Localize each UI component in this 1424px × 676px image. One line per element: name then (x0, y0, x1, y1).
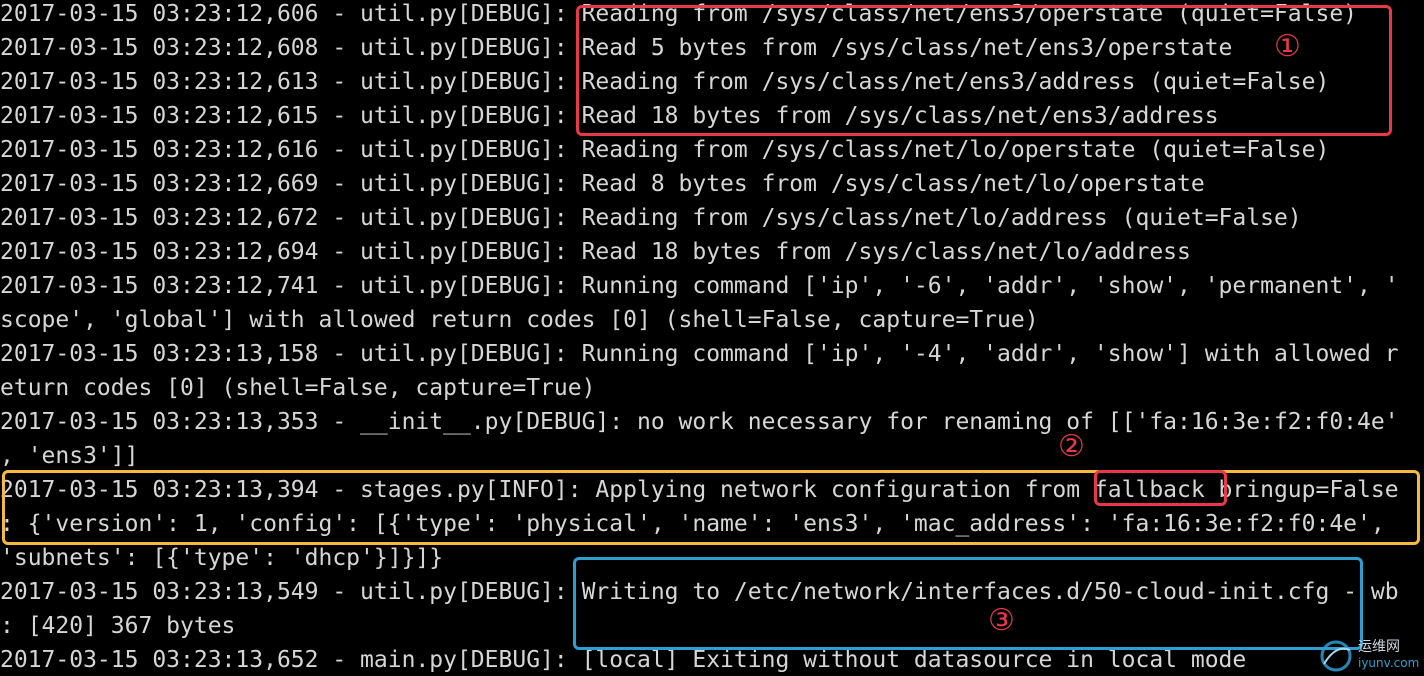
log-line: 2017-03-15 03:23:12,741 - util.py[DEBUG]… (0, 273, 1399, 299)
terminal-window[interactable]: 2017-03-15 03:23:12,606 - util.py[DEBUG]… (0, 0, 1424, 676)
log-line: 2017-03-15 03:23:13,353 - __init__.py[DE… (0, 409, 1399, 435)
watermark: 运维网 iyunv.com (1318, 636, 1422, 674)
log-line-wrapped: eturn codes [0] (shell=False, capture=Tr… (0, 375, 596, 401)
annotation-marker-3: ③ (988, 603, 1015, 638)
highlight-box-cloud-init-cfg (573, 557, 1363, 650)
annotation-marker-1: ① (1274, 29, 1301, 64)
log-line: 2017-03-15 03:23:12,694 - util.py[DEBUG]… (0, 239, 1191, 265)
highlight-box-ens3-reads (576, 5, 1392, 136)
highlight-box-fallback (1094, 470, 1227, 506)
watermark-logo-icon (1320, 640, 1352, 672)
log-line: 2017-03-15 03:23:12,672 - util.py[DEBUG]… (0, 205, 1302, 231)
watermark-site-name: 运维网 (1358, 639, 1400, 655)
log-line-wrapped: , 'ens3']] (0, 443, 139, 469)
log-line: 2017-03-15 03:23:13,158 - util.py[DEBUG]… (0, 341, 1399, 367)
log-line: 2017-03-15 03:23:12,669 - util.py[DEBUG]… (0, 171, 1205, 197)
log-line-wrapped: scope', 'global'] with allowed return co… (0, 307, 1039, 333)
annotation-marker-2: ② (1058, 429, 1085, 464)
log-line: 2017-03-15 03:23:12,616 - util.py[DEBUG]… (0, 137, 1330, 163)
watermark-url: iyunv.com (1358, 656, 1420, 670)
